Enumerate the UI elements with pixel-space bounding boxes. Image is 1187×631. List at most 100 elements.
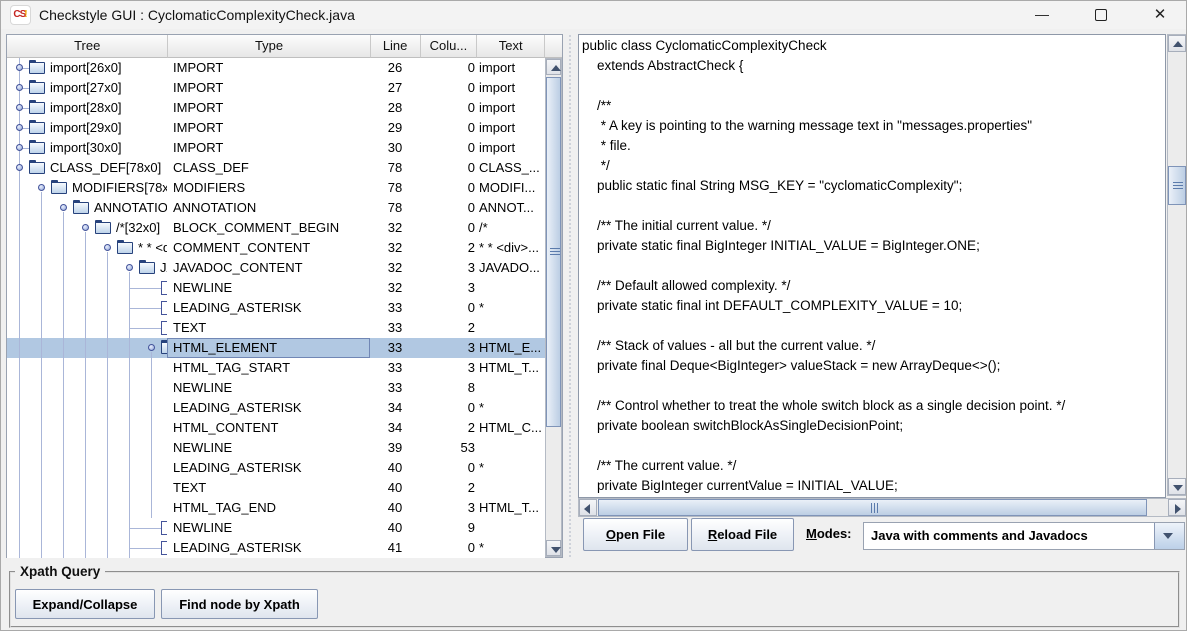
code-horizontal-thumb[interactable] [598,499,1147,516]
table-row[interactable]: MODIFIERS[78x0]MODIFIERS780MODIFI... [7,178,545,198]
close-button[interactable]: ✕ [1137,1,1183,29]
tree-cell[interactable]: MODIFIERS[78x0] [7,178,167,198]
collapse-handle-icon[interactable] [16,164,23,171]
column-header-type[interactable]: Type [168,35,370,58]
tree-cell[interactable] [7,438,167,458]
scroll-up-button[interactable] [546,59,561,75]
combobox-arrow-button[interactable] [1154,523,1184,549]
tree-cell[interactable] [7,538,167,558]
tree-cell[interactable]: import[26x0] [7,58,167,78]
maximize-button[interactable] [1078,1,1124,29]
table-row[interactable]: /*[32x0]BLOCK_COMMENT_BEGIN320/* [7,218,545,238]
tree-cell[interactable]: JAVADOC_CONTENT [7,258,167,278]
tree-cell[interactable] [7,418,167,438]
column-header-column[interactable]: Colu... [421,35,478,58]
tree-node-label: import[29x0] [50,118,122,138]
table-row[interactable]: HTML_CONTENT342HTML_C... [7,418,545,438]
table-row[interactable]: TEXT402 [7,478,545,498]
table-row[interactable]: HTML_TAG_END403HTML_T... [7,498,545,518]
collapse-handle-icon[interactable] [60,204,67,211]
table-row[interactable]: LEADING_ASTERISK400* [7,458,545,478]
reload-file-button[interactable]: Reload File [691,518,794,551]
table-row[interactable]: import[26x0]IMPORT260import [7,58,545,78]
table-row[interactable]: LEADING_ASTERISK410* [7,538,545,558]
titlebar: CS! Checkstyle GUI : CyclomaticComplexit… [1,1,1186,29]
tree-scrollbar-thumb[interactable] [546,77,561,427]
expand-handle-icon[interactable] [16,84,23,91]
code-scrollbar-thumb[interactable] [1168,166,1186,205]
tree-cell[interactable] [7,458,167,478]
expand-handle-icon[interactable] [16,144,23,151]
expand-handle-icon[interactable] [16,104,23,111]
code-editor[interactable]: public class CyclomaticComplexityCheck e… [579,35,1165,496]
tree-cell[interactable] [7,298,167,318]
table-row[interactable]: NEWLINE338 [7,378,545,398]
table-row[interactable]: import[29x0]IMPORT290import [7,118,545,138]
table-row[interactable]: NEWLINE3953 [7,438,545,458]
table-row[interactable]: NEWLINE409 [7,518,545,538]
table-row[interactable]: import[28x0]IMPORT280import [7,98,545,118]
column-cell: 0 [420,298,477,318]
column-cell: 0 [420,158,477,178]
code-scroll-left-button[interactable] [579,499,597,516]
table-row[interactable]: ANNOTATION[78x0]ANNOTATION780ANNOT... [7,198,545,218]
expand-handle-icon[interactable] [16,124,23,131]
column-header-tree[interactable]: Tree [7,35,168,58]
table-row[interactable]: import[27x0]IMPORT270import [7,78,545,98]
scroll-down-button[interactable] [546,540,561,556]
type-cell: ANNOTATION [167,198,370,218]
split-pane-divider[interactable] [563,34,578,558]
tree-cell[interactable] [7,518,167,538]
code-scroll-up-button[interactable] [1168,35,1186,52]
tree-cell[interactable] [7,338,167,358]
column-header-text[interactable]: Text [477,35,545,58]
tree-cell[interactable]: import[27x0] [7,78,167,98]
table-row[interactable]: JAVADOC_CONTENTJAVADOC_CONTENT323JAVADO.… [7,258,545,278]
collapse-handle-icon[interactable] [104,244,111,251]
tree-cell[interactable]: import[28x0] [7,98,167,118]
collapse-handle-icon[interactable] [126,264,133,271]
tree-cell[interactable] [7,318,167,338]
table-row[interactable]: NEWLINE323 [7,278,545,298]
find-node-by-xpath-button[interactable]: Find node by Xpath [161,589,318,619]
table-row[interactable]: CLASS_DEF[78x0]CLASS_DEF780CLASS_... [7,158,545,178]
table-row[interactable]: LEADING_ASTERISK330* [7,298,545,318]
modes-combobox[interactable]: Java with comments and Javadocs [863,522,1185,550]
source-code-panel[interactable]: public class CyclomaticComplexityCheck e… [578,34,1166,498]
column-header-line[interactable]: Line [371,35,421,58]
folder-icon [29,102,45,114]
tree-cell[interactable]: * * <div> [7,238,167,258]
minimize-button[interactable]: — [1019,1,1065,29]
column-cell: 0 [420,218,477,238]
table-row[interactable]: LEADING_ASTERISK340* [7,398,545,418]
table-row[interactable]: * * <div>COMMENT_CONTENT322* * <div>... [7,238,545,258]
type-cell: MODIFIERS [167,178,370,198]
text-cell: HTML_T... [477,358,543,378]
tree-cell[interactable] [7,398,167,418]
collapse-handle-icon[interactable] [38,184,45,191]
open-file-button[interactable]: Open File [583,518,688,551]
tree-cell[interactable]: import[29x0] [7,118,167,138]
table-row[interactable]: import[30x0]IMPORT300import [7,138,545,158]
code-scroll-right-button[interactable] [1168,499,1186,516]
tree-cell[interactable] [7,498,167,518]
expand-collapse-button[interactable]: Expand/Collapse [15,589,155,619]
tree-cell[interactable] [7,478,167,498]
tree-cell[interactable]: CLASS_DEF[78x0] [7,158,167,178]
expand-handle-icon[interactable] [16,64,23,71]
tree-cell[interactable]: import[30x0] [7,138,167,158]
table-row[interactable]: TEXT332 [7,318,545,338]
type-cell: IMPORT [167,58,370,78]
collapse-handle-icon[interactable] [148,344,155,351]
table-row[interactable]: HTML_TAG_START333HTML_T... [7,358,545,378]
tree-cell[interactable]: ANNOTATION[78x0] [7,198,167,218]
tree-cell[interactable]: /*[32x0] [7,218,167,238]
code-scroll-down-button[interactable] [1168,478,1186,495]
tree-cell[interactable] [7,358,167,378]
table-row[interactable]: HTML_ELEMENT333HTML_E... [7,338,545,358]
tree-cell[interactable] [7,278,167,298]
tree-cell[interactable] [7,378,167,398]
collapse-handle-icon[interactable] [82,224,89,231]
maximize-icon [1095,9,1107,21]
folder-icon [29,62,45,74]
